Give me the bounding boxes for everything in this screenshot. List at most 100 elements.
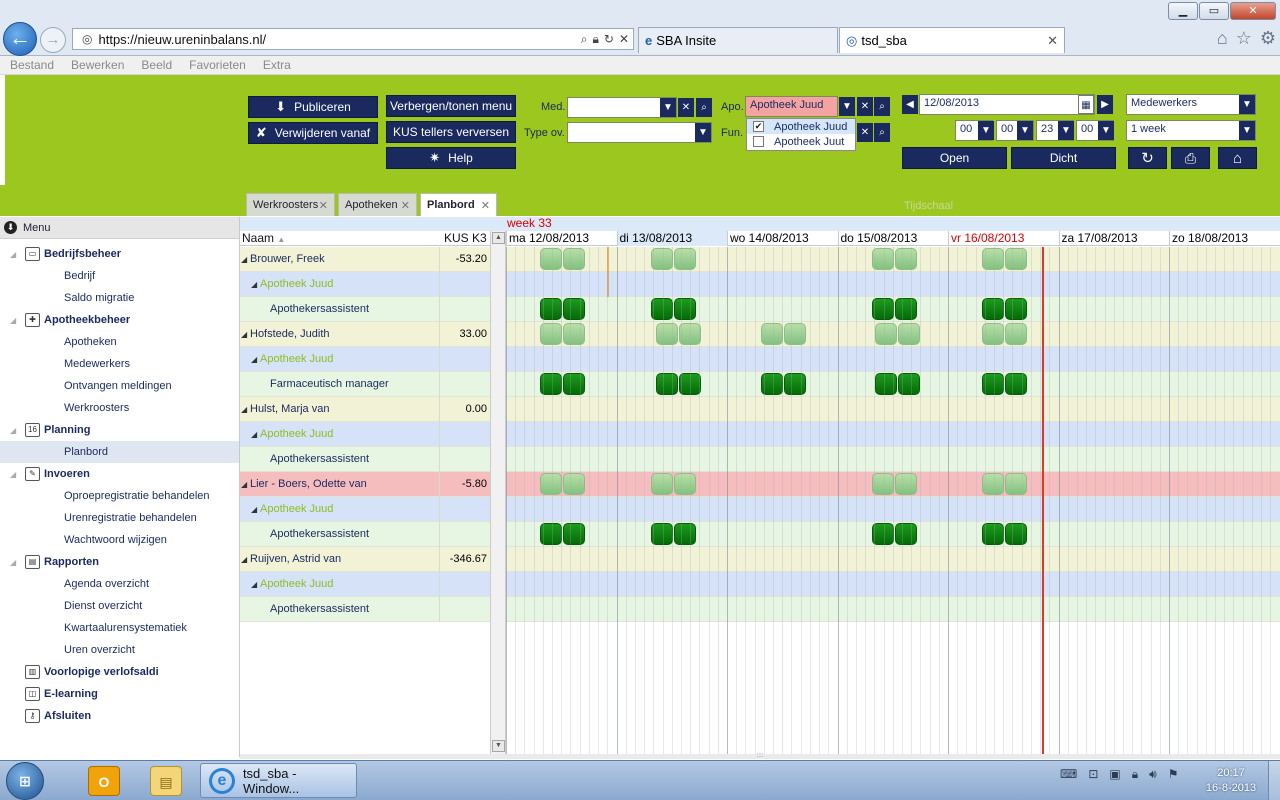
- kus-tellers-verversen-button[interactable]: KUS tellers verversen: [386, 121, 516, 143]
- scroll-down-icon[interactable]: ▼: [492, 740, 505, 752]
- flag-icon[interactable]: ⚑: [1168, 767, 1179, 782]
- resize-grip-icon[interactable]: ::::: [748, 753, 772, 759]
- sidebar-item-apotheekbeheer[interactable]: ◢ ✚ Apotheekbeheer: [0, 309, 239, 331]
- day-header-zo-18-08-2013[interactable]: zo 18/08/2013: [1169, 231, 1280, 246]
- volume-icon[interactable]: 🔊︎: [1149, 767, 1157, 782]
- close-window-button[interactable]: ✕: [1230, 2, 1276, 20]
- horizontal-scrollbar[interactable]: ::::: [240, 753, 1280, 759]
- sidebar-item-urenregistratie-behandelen[interactable]: Urenregistratie behandelen: [0, 507, 239, 529]
- verwijderen-vanaf-button[interactable]: ✘ Verwijderen vanaf: [248, 122, 378, 144]
- fun-clear-icon[interactable]: ✕: [857, 123, 873, 142]
- expand-triangle-icon[interactable]: ◢: [241, 472, 247, 497]
- menu-bestand[interactable]: Bestand: [10, 56, 54, 74]
- time-to-minute-dropdown-icon[interactable]: ▼: [1098, 121, 1114, 140]
- security-icon[interactable]: 🔒︎: [1132, 767, 1138, 782]
- collapse-arrow-icon[interactable]: ⬇: [4, 221, 17, 234]
- close-tab-icon[interactable]: ✕: [1047, 33, 1058, 49]
- settings-icon[interactable]: ⚙: [1260, 28, 1276, 49]
- sidebar-header[interactable]: ⬇ Menu: [0, 217, 239, 239]
- expand-triangle-icon[interactable]: ◢: [241, 547, 247, 572]
- sidebar-item-bedrijfsbeheer[interactable]: ◢ ▭ Bedrijfsbeheer: [0, 243, 239, 265]
- typeov-dropdown-icon[interactable]: ▼: [695, 123, 711, 142]
- favorites-icon[interactable]: ☆: [1236, 28, 1252, 49]
- expand-triangle-icon[interactable]: ◢: [10, 426, 16, 435]
- browser-tab-tsd-sba[interactable]: ◎ tsd_sba ✕: [839, 27, 1065, 53]
- expand-triangle-icon[interactable]: ◢: [251, 497, 257, 522]
- menu-beeld[interactable]: Beeld: [141, 56, 172, 74]
- forward-button[interactable]: →: [40, 27, 66, 53]
- browser-tab-sba-insite[interactable]: e SBA Insite: [638, 27, 838, 53]
- next-date-icon[interactable]: ▶: [1097, 95, 1113, 114]
- sidebar-item-e-learning[interactable]: ◫ E-learning: [0, 683, 239, 705]
- back-button[interactable]: ←: [3, 22, 37, 56]
- sidebar-item-afsluiten[interactable]: ⚷ Afsluiten: [0, 705, 239, 727]
- col-kus[interactable]: KUS K3: [444, 231, 487, 246]
- view-select[interactable]: Medewerkers: [1126, 94, 1256, 115]
- day-header-vr-16-08-2013[interactable]: vr 16/08/2013: [948, 231, 1059, 246]
- sidebar-item-uren-overzicht[interactable]: Uren overzicht: [0, 639, 239, 661]
- apo-search-icon[interactable]: ⌕: [874, 97, 890, 116]
- sidebar-item-werkroosters[interactable]: Werkroosters: [0, 397, 239, 419]
- fun-search-icon[interactable]: ⌕: [874, 123, 890, 142]
- prev-date-icon[interactable]: ◀: [902, 95, 918, 114]
- expand-triangle-icon[interactable]: ◢: [251, 422, 257, 447]
- apo-select[interactable]: Apotheek Juud: [745, 96, 838, 117]
- scroll-up-icon[interactable]: ▲: [492, 232, 505, 244]
- day-header-wo-14-08-2013[interactable]: wo 14/08/2013: [727, 231, 838, 246]
- sidebar-item-planning[interactable]: ◢ 16 Planning: [0, 419, 239, 441]
- close-tab-icon[interactable]: ✕: [481, 199, 490, 212]
- sidebar-item-apotheken[interactable]: Apotheken: [0, 331, 239, 353]
- apo-dropdown-icon[interactable]: ▼: [839, 97, 855, 116]
- open-button[interactable]: Open: [902, 147, 1007, 169]
- minimize-button[interactable]: ▁: [1168, 2, 1198, 20]
- device-icon[interactable]: ▣: [1109, 767, 1120, 782]
- med-clear-icon[interactable]: ✕: [678, 98, 694, 117]
- day-header-di-13-08-2013[interactable]: di 13/08/2013: [616, 231, 727, 246]
- sidebar-item-ontvangen-meldingen[interactable]: Ontvangen meldingen: [0, 375, 239, 397]
- expand-triangle-icon[interactable]: ◢: [251, 272, 257, 297]
- taskbar-ie-window[interactable]: e tsd_sba - Window...: [200, 763, 357, 798]
- home-icon[interactable]: ⌂: [1217, 28, 1228, 49]
- checkbox-unchecked-icon[interactable]: [753, 136, 764, 147]
- view-dropdown-icon[interactable]: ▼: [1239, 95, 1255, 114]
- col-naam[interactable]: Naam ▲: [242, 231, 285, 247]
- start-button[interactable]: ⊞: [6, 762, 44, 800]
- sidebar-item-bedrijf[interactable]: Bedrijf: [0, 265, 239, 287]
- day-header-do-15-08-2013[interactable]: do 15/08/2013: [837, 231, 949, 246]
- print-icon[interactable]: ⎙: [1171, 147, 1210, 169]
- keyboard-icon[interactable]: ⌨: [1060, 767, 1077, 782]
- close-tab-icon[interactable]: ✕: [319, 199, 328, 212]
- tab-planbord[interactable]: Planbord ✕: [420, 193, 497, 216]
- expand-triangle-icon[interactable]: ◢: [10, 250, 16, 259]
- tab-apotheken[interactable]: Apotheken ✕: [338, 193, 417, 216]
- sidebar-item-invoeren[interactable]: ◢ ✎ Invoeren: [0, 463, 239, 485]
- menu-bewerken[interactable]: Bewerken: [71, 56, 124, 74]
- expand-triangle-icon[interactable]: ◢: [241, 247, 247, 272]
- sidebar-item-planbord[interactable]: Planbord: [0, 441, 239, 463]
- menu-extra[interactable]: Extra: [263, 56, 291, 74]
- stop-icon[interactable]: ✕: [619, 32, 629, 46]
- expand-triangle-icon[interactable]: ◢: [251, 572, 257, 597]
- refresh-icon[interactable]: ↻: [604, 32, 614, 46]
- tab-werkroosters[interactable]: Werkroosters ✕: [246, 193, 335, 216]
- dicht-button[interactable]: Dicht: [1011, 147, 1116, 169]
- time-from-minute-dropdown-icon[interactable]: ▼: [1017, 121, 1033, 140]
- folder-icon[interactable]: ▤: [150, 766, 182, 796]
- show-desktop-button[interactable]: [1268, 761, 1280, 800]
- outlook-icon[interactable]: O: [88, 766, 120, 796]
- sidebar-item-voorlopige-verlofsaldi[interactable]: ▥ Voorlopige verlofsaldi: [0, 661, 239, 683]
- time-to-hour-dropdown-icon[interactable]: ▼: [1058, 121, 1074, 140]
- vertical-scrollbar[interactable]: ▲ ▼: [490, 231, 506, 757]
- help-button[interactable]: ✷ Help: [386, 147, 516, 169]
- apo-option-juud[interactable]: ✔ Apotheek Juud: [747, 119, 855, 134]
- apo-clear-icon[interactable]: ✕: [857, 97, 873, 116]
- sidebar-item-dienst-overzicht[interactable]: Dienst overzicht: [0, 595, 239, 617]
- expand-triangle-icon[interactable]: ◢: [251, 347, 257, 372]
- calendar-icon[interactable]: ▦: [1078, 95, 1094, 114]
- address-bar[interactable]: ◎ https://nieuw.ureninbalans.nl/ ⌕ 🔒︎ ↻ …: [72, 28, 634, 50]
- address-url[interactable]: https://nieuw.ureninbalans.nl/: [98, 32, 575, 47]
- search-icon[interactable]: ⌕: [581, 32, 588, 47]
- typeov-select[interactable]: [567, 122, 712, 143]
- close-tab-icon[interactable]: ✕: [401, 199, 410, 212]
- sidebar-item-kwartaalurensystematiek[interactable]: Kwartaalurensystematiek: [0, 617, 239, 639]
